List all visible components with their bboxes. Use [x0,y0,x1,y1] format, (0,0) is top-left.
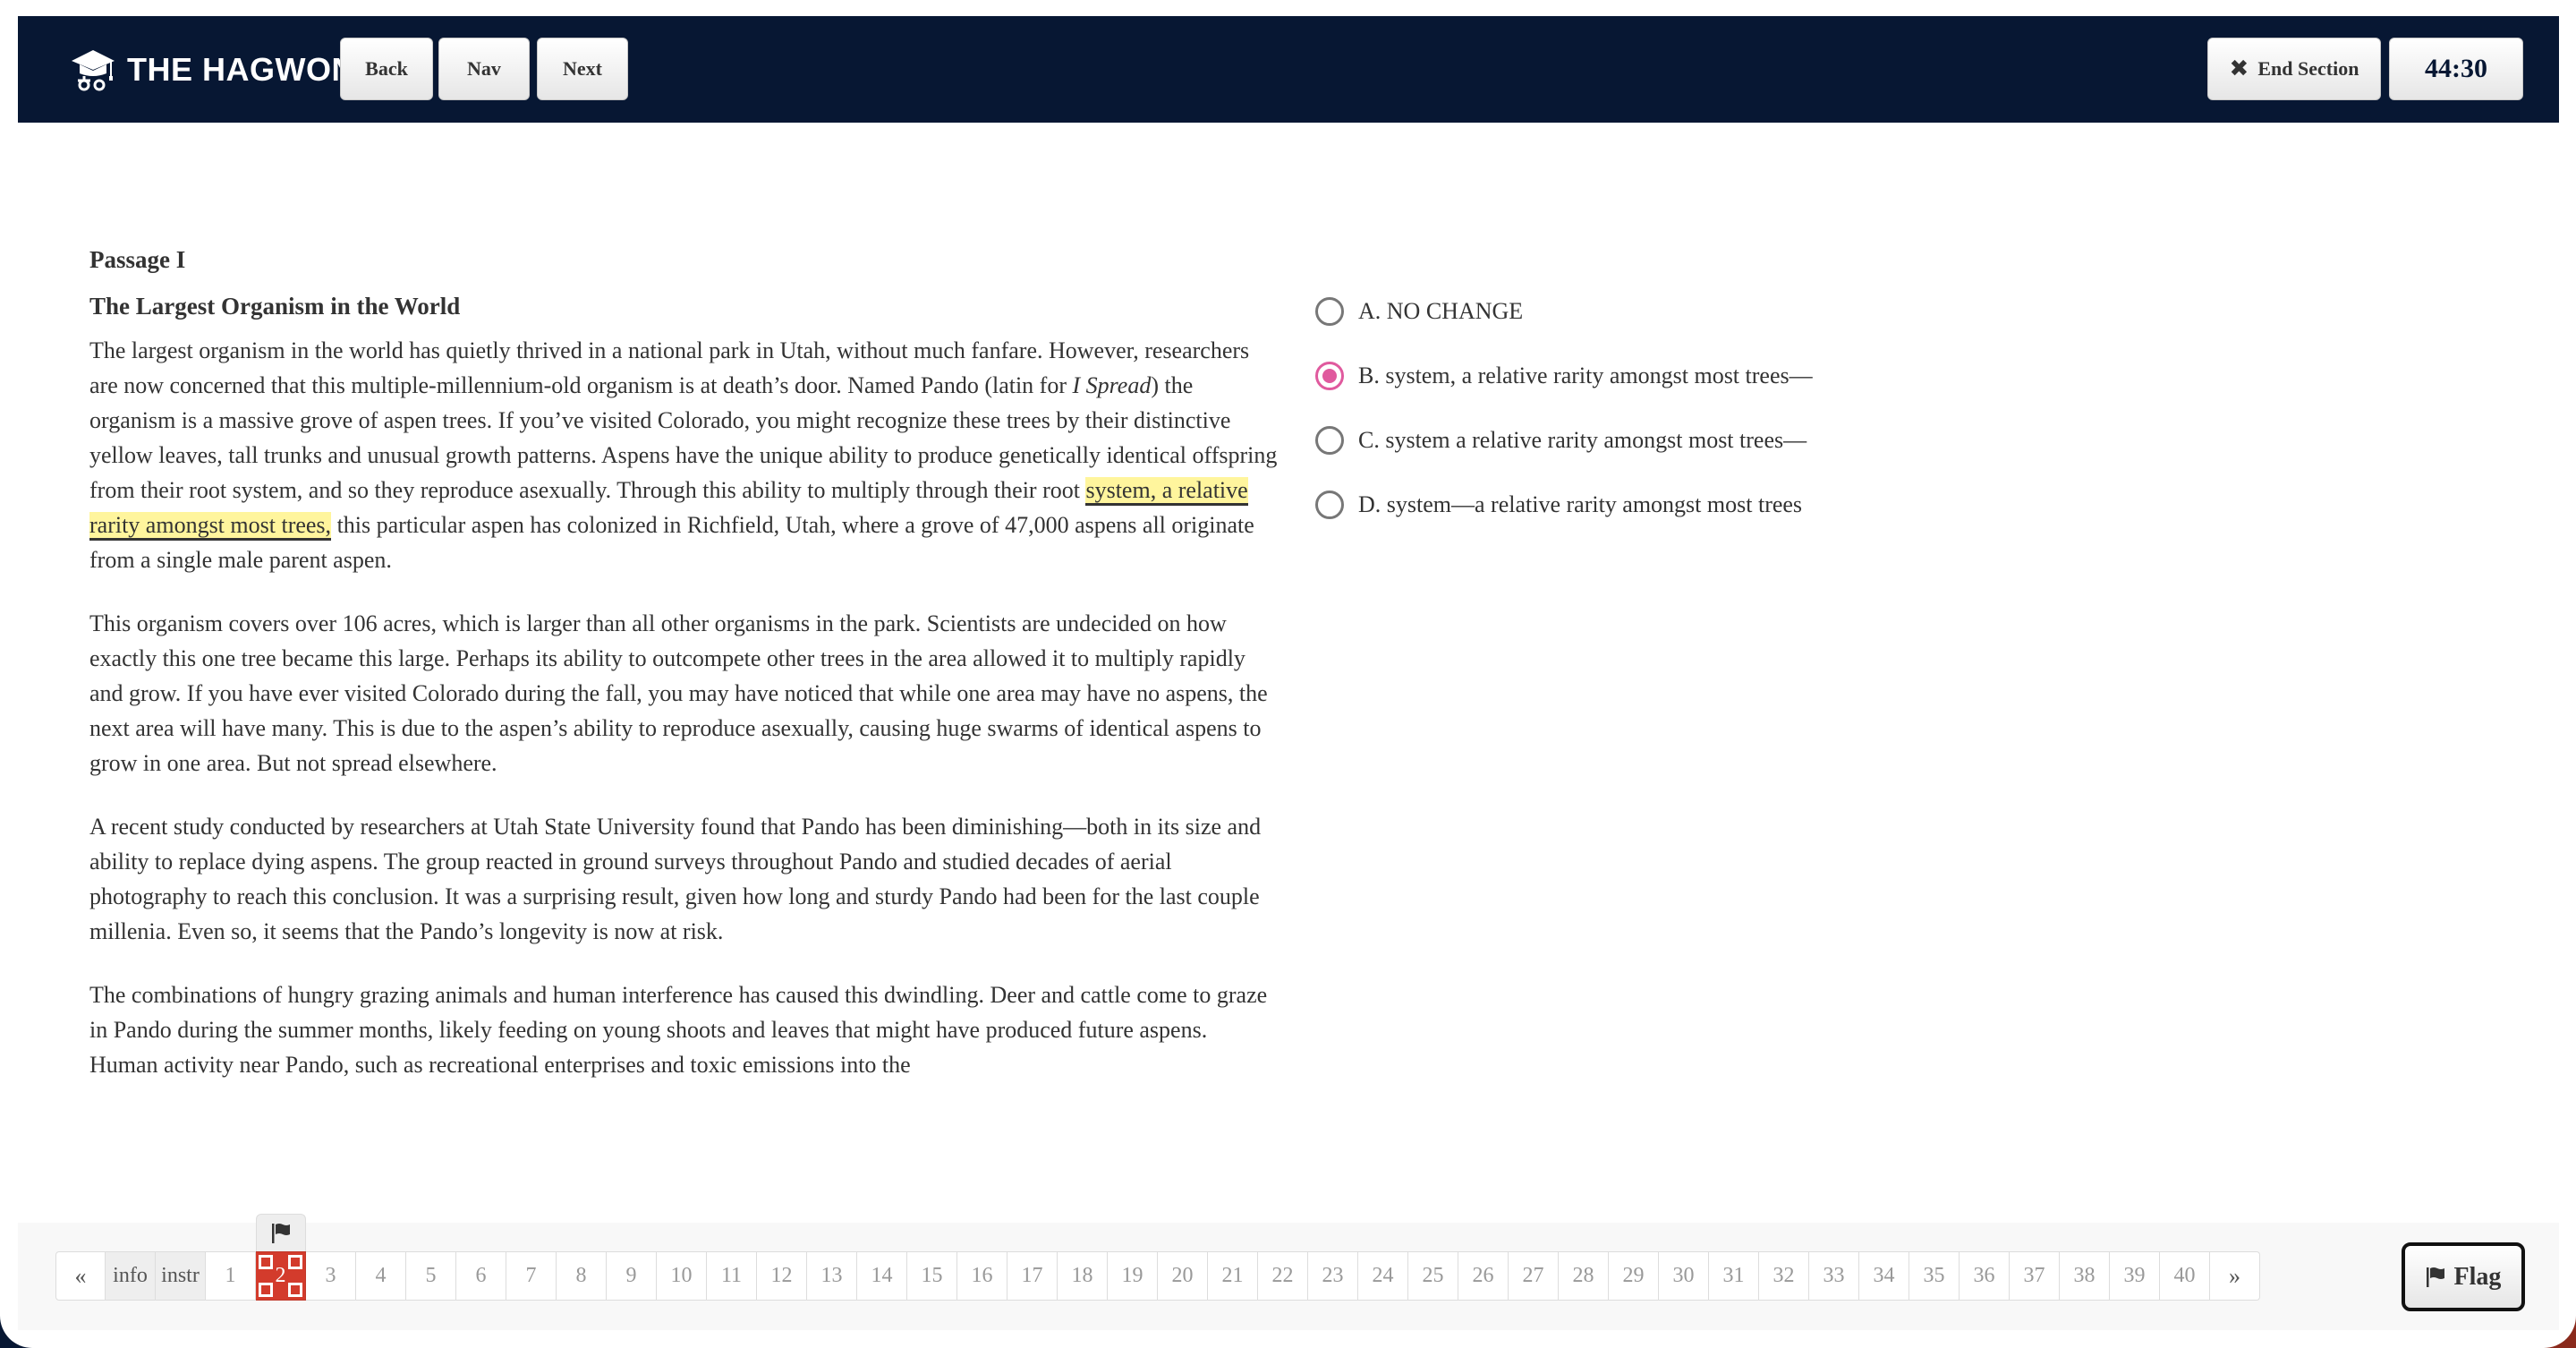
pager-question[interactable]: 12 [757,1251,807,1301]
passage-italic-text: I Spread [1072,372,1152,398]
pager-question[interactable]: 28 [1559,1251,1609,1301]
graduation-cap-icon [72,50,115,91]
focus-bracket [259,1255,273,1269]
pager-question[interactable]: 18 [1058,1251,1108,1301]
pager-question[interactable]: 35 [1909,1251,1960,1301]
answer-options: A. NO CHANGE B. system, a relative rarity… [1315,279,1813,537]
answer-option[interactable]: D. system—a relative rarity amongst most… [1315,473,1813,537]
question-pager: «info instr 1 2 3 4 5 6 7 8 9 10 11 12 13 14 15 16 17 18 19 2… [55,1251,2260,1301]
pager-question[interactable]: 4 [356,1251,406,1301]
radio-button[interactable] [1315,426,1344,455]
close-icon: ✖ [2229,55,2249,82]
answer-option[interactable]: C. system a relative rarity amongst most… [1315,408,1813,473]
pager-question[interactable]: 26 [1458,1251,1509,1301]
passage-paragraph: A recent study conducted by researchers … [89,814,1262,944]
flag-icon [272,1223,290,1243]
answer-option-label: D. system—a relative rarity amongst most… [1358,491,1803,517]
pager-next-button[interactable]: » [2210,1251,2260,1301]
pager-question[interactable]: 37 [2010,1251,2060,1301]
pager-question[interactable]: 3 [306,1251,356,1301]
passage-title: The Largest Organism in the World [89,293,461,320]
brand-name: THE HAGWON [127,51,355,88]
pager-question[interactable]: 8 [557,1251,607,1301]
pager-question[interactable]: 38 [2060,1251,2110,1301]
pager-question-current[interactable]: 2 [256,1251,306,1301]
pager-question[interactable]: 9 [607,1251,657,1301]
pager-question[interactable]: 21 [1208,1251,1258,1301]
pager-question[interactable]: 31 [1709,1251,1759,1301]
label-text: 2 [275,1264,286,1287]
pager-question[interactable]: 7 [506,1251,557,1301]
pager-question[interactable]: 11 [707,1251,757,1301]
pager-question[interactable]: 15 [907,1251,957,1301]
pager-question[interactable]: 32 [1759,1251,1809,1301]
pager-question[interactable]: 33 [1809,1251,1859,1301]
pager-question[interactable]: 14 [857,1251,907,1301]
pager-question[interactable]: 34 [1859,1251,1909,1301]
flag-button[interactable]: Flag [2402,1242,2525,1311]
focus-bracket [259,1283,273,1297]
next-button[interactable]: Next [537,38,628,100]
passage-label: Passage I [89,246,186,273]
end-section-button[interactable]: ✖ End Section [2207,38,2381,100]
pager-info-tab[interactable]: info [106,1251,156,1301]
pager-question[interactable]: 17 [1007,1251,1058,1301]
back-button[interactable]: Back [340,38,433,100]
pager-question[interactable]: 22 [1258,1251,1308,1301]
pager-question[interactable]: 23 [1308,1251,1358,1301]
pager-question[interactable]: 16 [957,1251,1007,1301]
pager-question[interactable]: 27 [1509,1251,1559,1301]
brand-logo: THE HAGWON [70,48,355,91]
pager-question[interactable]: 29 [1609,1251,1659,1301]
focus-bracket [288,1255,302,1269]
pager-question[interactable]: 24 [1358,1251,1408,1301]
nav-button[interactable]: Nav [438,38,530,100]
bottom-navigation: «info instr 1 2 3 4 5 6 7 8 9 10 11 12 13 14 15 16 17 18 19 2… [18,1214,2559,1330]
answer-option-label: A. NO CHANGE [1358,298,1524,324]
timer[interactable]: 44:30 [2389,38,2523,100]
pager-question[interactable]: 30 [1659,1251,1709,1301]
pager-question[interactable]: 39 [2110,1251,2160,1301]
flag-icon [2426,1267,2444,1287]
end-section-label: End Section [2257,57,2359,80]
answer-option[interactable]: A. NO CHANGE [1315,279,1813,344]
passage-paragraph: The combinations of hungry grazing anima… [89,982,1268,1078]
pager-question[interactable]: 6 [456,1251,506,1301]
pager-question[interactable]: 13 [807,1251,857,1301]
focus-bracket [288,1283,302,1297]
answer-option-label: C. system a relative rarity amongst most… [1358,427,1807,453]
pager-question[interactable]: 25 [1408,1251,1458,1301]
answer-option-label: B. system, a relative rarity amongst mos… [1358,363,1813,388]
radio-button[interactable] [1315,297,1344,326]
pager-question[interactable]: 10 [657,1251,707,1301]
pager-instr-tab[interactable]: instr [156,1251,206,1301]
pager-question[interactable]: 40 [2160,1251,2210,1301]
pager-prev-button[interactable]: « [55,1251,106,1301]
pager-question[interactable]: 1 [206,1251,256,1301]
header-bar: THE HAGWON Back Nav Next ✖ End Section 4… [18,16,2559,123]
radio-button[interactable] [1315,491,1344,519]
pager-question[interactable]: 36 [1960,1251,2010,1301]
test-window: THE HAGWON Back Nav Next ✖ End Section 4… [0,0,2576,1348]
pager-question[interactable]: 5 [406,1251,456,1301]
pager-question[interactable]: 19 [1108,1251,1158,1301]
flag-marker [256,1214,306,1251]
passage-paragraph: This organism covers over 106 acres, whi… [89,610,1268,776]
pager-question[interactable]: 20 [1158,1251,1208,1301]
flag-label: Flag [2453,1262,2502,1291]
radio-selected[interactable] [1315,362,1344,390]
passage-paragraph: The largest organism in the world has qu… [89,333,1279,577]
answer-option[interactable]: B. system, a relative rarity amongst mos… [1315,344,1813,408]
passage-panel: Passage I The Largest Organism in the Wo… [89,242,1279,1111]
